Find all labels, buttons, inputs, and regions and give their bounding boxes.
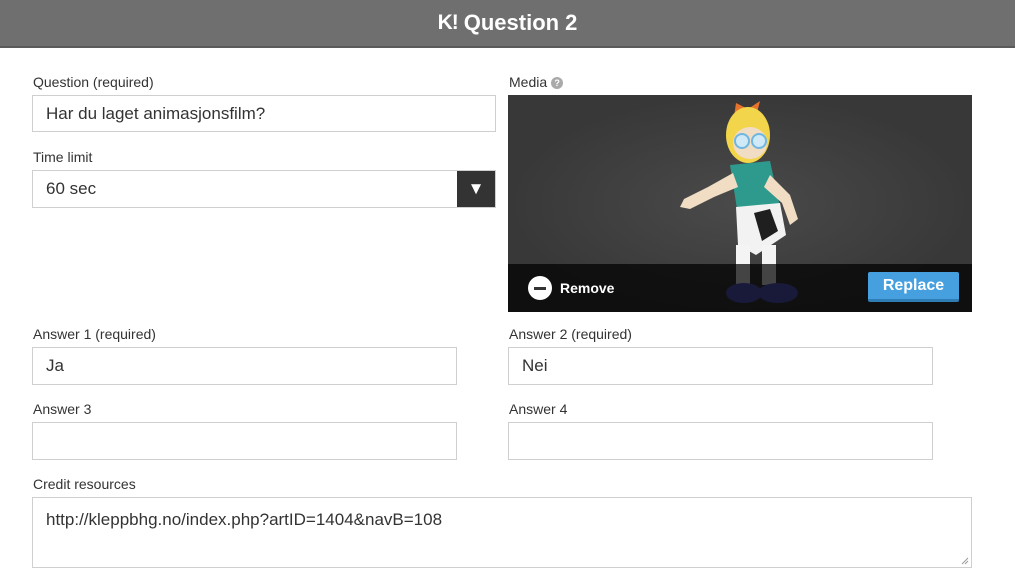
time-limit-label: Time limit xyxy=(33,149,93,165)
answer-1-input[interactable]: Ja xyxy=(32,347,457,385)
kahoot-logo: K! xyxy=(437,11,459,34)
media-preview: Remove Replace xyxy=(508,95,972,312)
question-label: Question (required) xyxy=(33,74,154,90)
answer-4-input[interactable] xyxy=(508,422,933,460)
credit-resources-value: http://kleppbhg.no/index.php?artID=1404&… xyxy=(46,510,443,529)
answer-3-label: Answer 3 xyxy=(33,401,92,417)
media-label-row: Media? xyxy=(509,74,564,90)
replace-media-button[interactable]: Replace xyxy=(868,272,959,302)
answer-2-label: Answer 2 (required) xyxy=(509,326,632,342)
time-limit-select[interactable]: 60 sec ▼ xyxy=(32,170,496,208)
answer-2-input[interactable]: Nei xyxy=(508,347,933,385)
dropdown-arrow-icon[interactable]: ▼ xyxy=(457,171,495,207)
question-input[interactable]: Har du laget animasjonsfilm? xyxy=(32,95,496,132)
page-title: Question 2 xyxy=(463,10,578,35)
resize-handle-icon[interactable] xyxy=(961,557,969,565)
time-limit-value: 60 sec xyxy=(46,179,97,198)
media-label: Media xyxy=(509,74,548,90)
remove-media-button[interactable]: Remove xyxy=(528,276,614,300)
answer-4-label: Answer 4 xyxy=(509,401,568,417)
credit-resources-label: Credit resources xyxy=(33,476,136,492)
remove-label: Remove xyxy=(560,280,615,296)
help-icon[interactable]: ? xyxy=(551,77,564,90)
minus-icon xyxy=(528,276,552,300)
media-action-bar: Remove Replace xyxy=(508,264,972,312)
answer-1-label: Answer 1 (required) xyxy=(33,326,156,342)
credit-resources-textarea[interactable]: http://kleppbhg.no/index.php?artID=1404&… xyxy=(32,497,972,568)
top-header-bar: K! Question 2 xyxy=(0,0,1015,48)
answer-3-input[interactable] xyxy=(32,422,457,460)
